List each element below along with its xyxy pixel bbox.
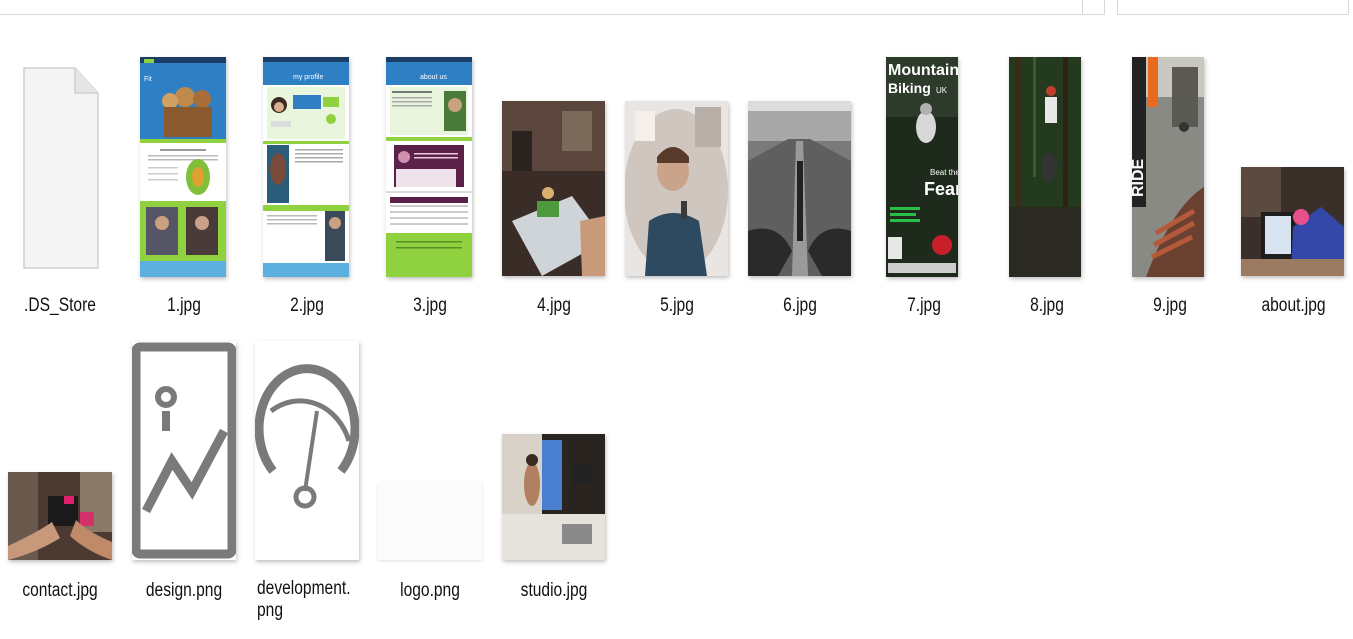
file-name: 6.jpg xyxy=(783,295,817,316)
image-placeholder-icon xyxy=(132,341,236,560)
file-name: contact.jpg xyxy=(22,580,98,601)
refresh-button[interactable] xyxy=(1082,0,1104,14)
file-name: design.png xyxy=(145,580,223,601)
file-name: .DS_Store xyxy=(24,295,96,316)
magazine-title-line2: Biking xyxy=(888,80,931,96)
file-item-contact-jpg[interactable]: contact.jpg xyxy=(0,338,120,618)
thumbnail-web-mockup: Fit xyxy=(140,57,226,277)
thumbnail-photo: RIDE xyxy=(1132,57,1204,277)
gauge-icon xyxy=(255,341,359,560)
thumbnail-web-mockup: about us xyxy=(386,57,472,277)
magazine-title-line1: Mountain xyxy=(888,62,958,79)
svg-text:about us: about us xyxy=(420,74,447,81)
file-name: 8.jpg xyxy=(1030,295,1064,316)
file-item-4-jpg[interactable]: 4.jpg xyxy=(494,50,614,330)
file-item-1-jpg[interactable]: Fit 1.jpg xyxy=(124,50,244,330)
svg-text:Fit: Fit xyxy=(144,76,152,83)
file-item-design-png[interactable]: design.png xyxy=(124,338,244,618)
file-item-8-jpg[interactable]: 8.jpg xyxy=(987,50,1107,330)
address-bar[interactable] xyxy=(0,0,1105,15)
file-name: 7.jpg xyxy=(907,295,941,316)
thumbnail-photo xyxy=(502,101,605,276)
thumbnail-photo xyxy=(502,434,605,560)
file-name: 1.jpg xyxy=(167,295,201,316)
file-name: studio.jpg xyxy=(520,580,588,601)
search-box[interactable] xyxy=(1117,0,1349,15)
file-name: logo.png xyxy=(400,580,460,601)
thumbnail-web-mockup: my profile xyxy=(263,57,349,277)
file-item-logo-png[interactable]: logo.png xyxy=(370,338,490,618)
file-item-development-png[interactable]: development.png xyxy=(247,338,367,638)
file-item-ds-store[interactable]: .DS_Store xyxy=(0,50,120,330)
file-item-studio-jpg[interactable]: studio.jpg xyxy=(494,338,614,618)
file-name: development.png xyxy=(257,578,351,621)
file-item-7-jpg[interactable]: Mountain Biking UK Beat the Fear 7.jpg xyxy=(864,50,984,330)
file-name: 4.jpg xyxy=(537,295,571,316)
explorer-top-bar xyxy=(0,0,1353,16)
file-item-9-jpg[interactable]: RIDE 9.jpg xyxy=(1110,50,1230,330)
thumbnail-magazine-cover: Mountain Biking UK Beat the Fear xyxy=(886,57,958,277)
svg-text:my profile: my profile xyxy=(293,74,323,81)
generic-file-icon xyxy=(23,67,99,269)
file-item-3-jpg[interactable]: about us 3.jpg xyxy=(370,50,490,330)
file-item-about-jpg[interactable]: about.jpg xyxy=(1234,50,1353,330)
file-item-5-jpg[interactable]: 5.jpg xyxy=(617,50,737,330)
file-name: 3.jpg xyxy=(413,295,447,316)
thumbnail-photo xyxy=(1009,57,1081,277)
thumbnail-photo xyxy=(625,101,728,276)
magazine-cover-line1: Beat the xyxy=(930,168,958,177)
file-name: 9.jpg xyxy=(1153,295,1187,316)
ride-cover-title: RIDE xyxy=(1132,158,1147,197)
thumbnail-logo xyxy=(378,482,482,560)
file-name: 5.jpg xyxy=(660,295,694,316)
magazine-cover-line2: Fear xyxy=(924,179,958,199)
thumbnail-photo xyxy=(8,472,112,560)
file-name: 2.jpg xyxy=(290,295,324,316)
file-item-6-jpg[interactable]: 6.jpg xyxy=(740,50,860,330)
magazine-badge: UK xyxy=(936,86,948,95)
thumbnail-photo xyxy=(748,101,851,276)
file-name: about.jpg xyxy=(1261,295,1326,316)
thumbnail-photo xyxy=(1241,167,1344,276)
file-item-2-jpg[interactable]: my profile 2.jpg xyxy=(247,50,367,330)
